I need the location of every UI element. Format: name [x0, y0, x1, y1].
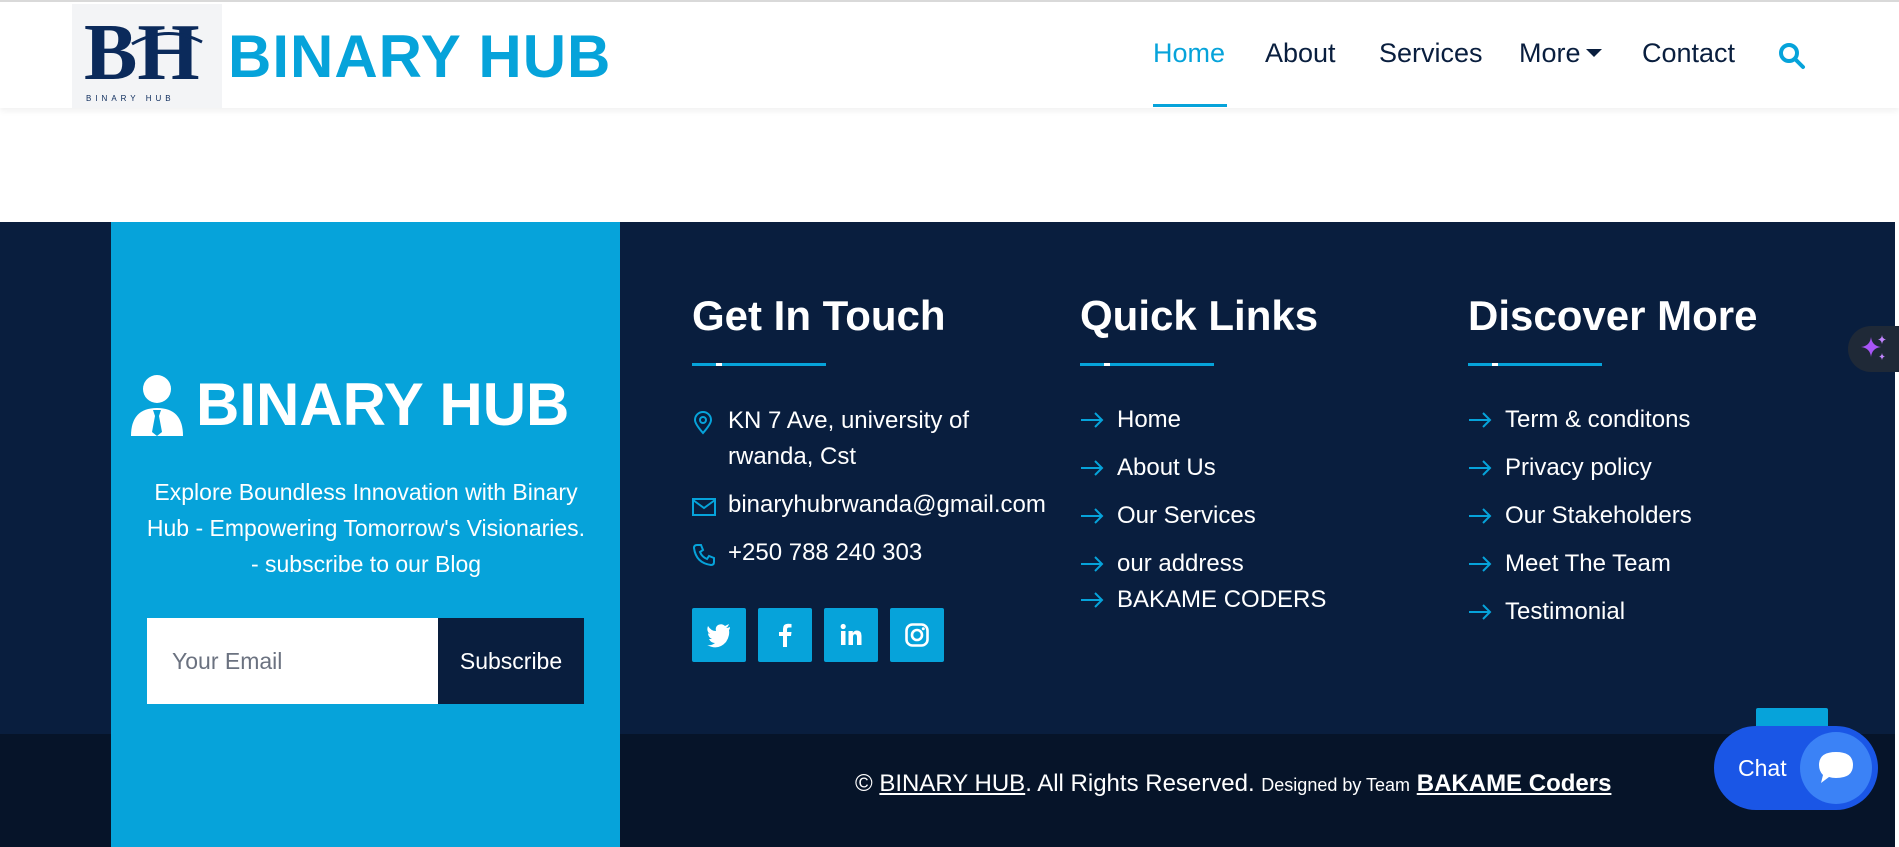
- copyright: © BINARY HUB. All Rights Reserved. Desig…: [855, 770, 1611, 798]
- get-in-touch-title: Get In Touch: [692, 292, 946, 339]
- instagram-icon: [905, 623, 929, 647]
- discover-more-title: Discover More: [1468, 292, 1758, 339]
- footer-brand[interactable]: BINARY HUB: [129, 370, 609, 440]
- arrow-right-icon: [1469, 460, 1492, 476]
- address-line-1: KN 7 Ave, university of: [728, 407, 970, 434]
- discover-link-label: Meet The Team: [1505, 550, 1671, 577]
- brand-name[interactable]: BINARY HUB: [228, 22, 611, 91]
- discover-link-label: Our Stakeholders: [1505, 502, 1692, 529]
- user-tie-icon: [131, 375, 183, 436]
- nav-more-label: More: [1519, 38, 1581, 68]
- svg-text:BINARY HUB: BINARY HUB: [86, 94, 175, 103]
- phone-number: +250 788 240 303: [728, 539, 923, 566]
- instagram-button[interactable]: [890, 608, 944, 662]
- facebook-icon: [779, 623, 792, 647]
- arrow-right-icon: [1081, 460, 1104, 476]
- quick-link-label: BAKAME CODERS: [1117, 586, 1327, 613]
- logo-mark-icon: BH BINARY HUB: [84, 9, 203, 103]
- arrow-right-icon: [1081, 508, 1104, 524]
- svg-text:BH: BH: [84, 9, 200, 97]
- linkedin-icon: [840, 623, 862, 645]
- nav-active-indicator: [1153, 104, 1227, 107]
- footer-description: Explore Boundless Innovation with Binary…: [146, 479, 586, 577]
- arrow-right-icon: [1081, 412, 1104, 428]
- quick-link-label: Our Services: [1117, 502, 1256, 529]
- email-address: binaryhubrwanda@gmail.com: [728, 491, 1046, 518]
- twitter-button[interactable]: [692, 608, 746, 662]
- arrow-right-icon: [1469, 556, 1492, 572]
- nav-services[interactable]: Services: [1379, 38, 1483, 69]
- ai-assistant-tab[interactable]: [1848, 326, 1899, 372]
- chat-label: Chat: [1738, 755, 1787, 781]
- discover-link-label: Privacy policy: [1505, 454, 1652, 481]
- arrow-right-icon: [1081, 592, 1104, 608]
- designed-by: Designed by Team: [1261, 775, 1411, 795]
- footer-about-panel: BINARY HUB Explore Boundless Innovation …: [111, 222, 620, 847]
- designer-team-link[interactable]: BAKAME Coders: [1417, 770, 1612, 797]
- quick-links-title: Quick Links: [1080, 292, 1319, 339]
- twitter-icon: [707, 624, 730, 648]
- navbar: BH BINARY HUB BINARY HUB Home About Serv…: [0, 0, 1899, 108]
- quick-link-label: Home: [1117, 406, 1182, 433]
- copyright-symbol: ©: [855, 770, 873, 797]
- nav-contact[interactable]: Contact: [1642, 38, 1735, 69]
- chat-bubble: [1800, 732, 1872, 804]
- address-line-2: rwanda, Cst: [728, 443, 857, 470]
- linkedin-button[interactable]: [824, 608, 878, 662]
- phone-icon: [692, 544, 715, 567]
- logo[interactable]: BH BINARY HUB: [72, 4, 222, 108]
- discover-link-label: Testimonial: [1505, 598, 1626, 625]
- title-underline: [1080, 363, 1214, 366]
- copyright-rights: . All Rights Reserved.: [1025, 770, 1255, 797]
- title-underline: [692, 363, 826, 366]
- subscribe-form: Subscribe: [147, 618, 584, 704]
- chat-bubble-icon: [1819, 752, 1853, 783]
- email-input[interactable]: [147, 618, 438, 704]
- nav-home[interactable]: Home: [1153, 38, 1225, 69]
- arrow-right-icon: [1469, 604, 1492, 620]
- subscribe-button[interactable]: Subscribe: [438, 618, 584, 704]
- copyright-brand-link[interactable]: BINARY HUB: [879, 770, 1025, 797]
- quick-link-label: About Us: [1117, 454, 1216, 481]
- nav-more[interactable]: More: [1519, 38, 1602, 69]
- facebook-button[interactable]: [758, 608, 812, 662]
- arrow-right-icon: [1469, 412, 1492, 428]
- chat-button[interactable]: Chat: [1714, 726, 1878, 810]
- caret-down-icon: [1585, 49, 1602, 57]
- discover-link-label: Term & conditons: [1505, 406, 1691, 433]
- sparkle-icon: [1861, 335, 1886, 360]
- search-icon[interactable]: [1778, 42, 1806, 70]
- envelope-icon: [692, 498, 716, 516]
- arrow-right-icon: [1469, 508, 1492, 524]
- arrow-right-icon: [1081, 556, 1104, 572]
- map-marker-icon: [693, 411, 713, 435]
- footer-brand-name: BINARY HUB: [196, 371, 570, 438]
- quick-link-label: our address: [1117, 550, 1244, 577]
- nav-about[interactable]: About: [1265, 38, 1336, 69]
- title-underline: [1468, 363, 1602, 366]
